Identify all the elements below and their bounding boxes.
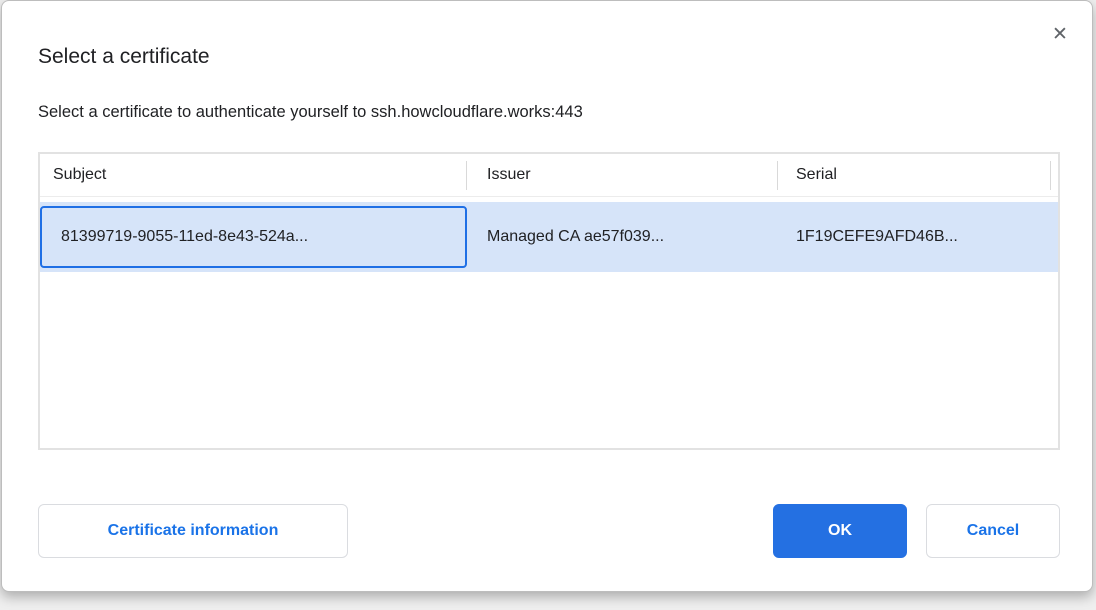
column-header-serial: Serial: [778, 154, 1051, 196]
cell-subject[interactable]: 81399719-9055-11ed-8e43-524a...: [40, 206, 467, 268]
cell-serial[interactable]: 1F19CEFE9AFD46B...: [778, 206, 1058, 268]
column-header-issuer: Issuer: [467, 154, 778, 196]
column-header-gutter: [1051, 154, 1058, 196]
table-header: Subject Issuer Serial: [40, 154, 1058, 197]
column-header-subject: Subject: [40, 154, 467, 196]
dialog-title: Select a certificate: [38, 45, 210, 69]
page-background: ✕ Select a certificate Select a certific…: [0, 0, 1096, 610]
ok-button[interactable]: OK: [773, 504, 907, 558]
close-icon[interactable]: ✕: [1046, 21, 1074, 49]
dialog-subtitle: Select a certificate to authenticate you…: [38, 103, 583, 122]
cancel-button[interactable]: Cancel: [926, 504, 1060, 558]
cell-issuer[interactable]: Managed CA ae57f039...: [467, 206, 778, 268]
certificate-information-button[interactable]: Certificate information: [38, 504, 348, 558]
certificate-table: Subject Issuer Serial 81399719-9055-11ed…: [38, 152, 1060, 450]
certificate-row-selected[interactable]: 81399719-9055-11ed-8e43-524a... Managed …: [40, 202, 1058, 272]
certificate-select-dialog: ✕ Select a certificate Select a certific…: [1, 0, 1093, 592]
